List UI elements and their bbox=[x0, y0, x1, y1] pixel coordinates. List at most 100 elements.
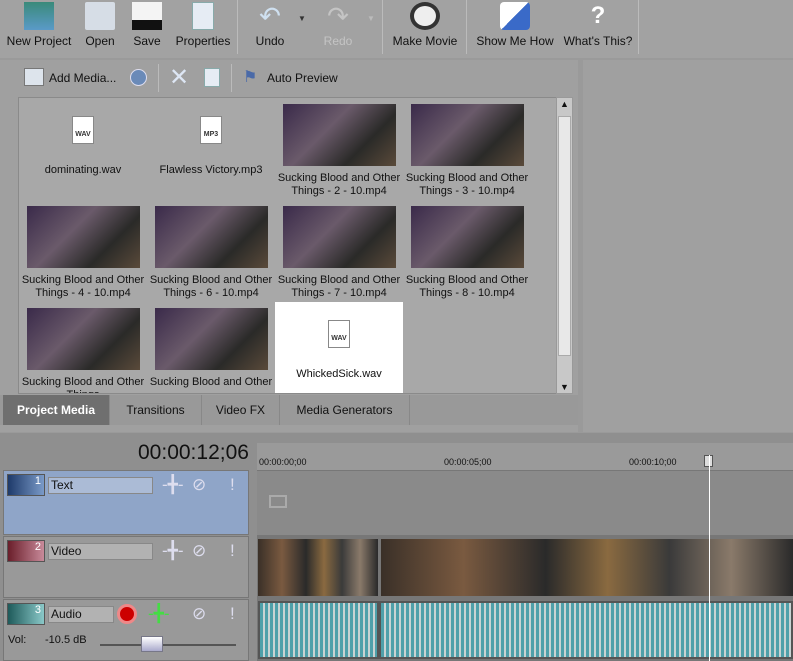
redo-button[interactable]: ↷ Redo bbox=[320, 0, 356, 56]
show-me-how-button[interactable]: Show Me How bbox=[474, 0, 556, 56]
audio-clip[interactable] bbox=[258, 601, 379, 659]
undo-arrow-icon: ↶ bbox=[259, 1, 281, 31]
video-thumbnail bbox=[410, 206, 524, 268]
audio-file-icon: WAV bbox=[328, 320, 350, 348]
save-button[interactable]: Save bbox=[130, 0, 164, 56]
media-item[interactable]: Sucking Blood and Other bbox=[147, 302, 275, 393]
tab-media-generators[interactable]: Media Generators bbox=[280, 395, 410, 425]
media-item[interactable]: Sucking Blood and Other Things - 2 - 10.… bbox=[275, 98, 403, 198]
audio-file-icon: MP3 bbox=[200, 116, 222, 144]
track-header-video[interactable]: 2 Video -╋- ⊘ ! bbox=[3, 536, 249, 598]
separator bbox=[638, 0, 639, 54]
media-tabs: Project Media Transitions Video FX Media… bbox=[0, 395, 578, 425]
globe-icon[interactable] bbox=[130, 69, 147, 86]
track-number: 2 bbox=[7, 540, 45, 562]
video-track-lane[interactable] bbox=[257, 536, 793, 599]
mute-icon[interactable]: ⊘ bbox=[192, 475, 206, 495]
delete-x-icon[interactable]: ✕ bbox=[169, 63, 189, 92]
open-button[interactable]: Open bbox=[83, 0, 117, 56]
audio-file-icon: WAV bbox=[72, 116, 94, 144]
film-placeholder-icon bbox=[269, 495, 287, 508]
video-thumbnail bbox=[26, 206, 140, 268]
media-item[interactable]: Sucking Blood and Other Things - 4 - 10.… bbox=[19, 200, 147, 300]
folder-icon bbox=[85, 2, 115, 30]
scroll-thumb[interactable] bbox=[558, 116, 571, 356]
solo-icon[interactable]: ! bbox=[230, 541, 235, 561]
volume-value: -10.5 dB bbox=[45, 634, 87, 646]
make-movie-button[interactable]: Make Movie bbox=[390, 0, 460, 56]
volume-slider-thumb[interactable] bbox=[140, 636, 163, 652]
add-media-icon bbox=[24, 68, 44, 86]
mute-icon[interactable]: ⊘ bbox=[192, 541, 206, 561]
media-item[interactable]: Sucking Blood and Other Things - 7 - 10.… bbox=[275, 200, 403, 300]
composite-mode-icon[interactable]: -╋- bbox=[148, 604, 170, 624]
video-clip[interactable] bbox=[258, 539, 378, 596]
separator bbox=[466, 0, 467, 54]
new-project-icon bbox=[24, 2, 54, 30]
solo-icon[interactable]: ! bbox=[230, 604, 235, 624]
new-project-button[interactable]: New Project bbox=[5, 0, 73, 56]
composite-mode-icon[interactable]: -╋- bbox=[162, 475, 184, 495]
audio-clip[interactable] bbox=[379, 601, 793, 659]
scroll-up-icon[interactable]: ▲ bbox=[560, 99, 569, 109]
media-item-label: Sucking Blood and Other Things - 7 - 10.… bbox=[277, 274, 401, 299]
add-media-button[interactable]: Add Media... bbox=[49, 71, 116, 85]
playhead-line bbox=[709, 455, 710, 661]
video-thumbnail bbox=[282, 104, 396, 166]
properties-icon bbox=[192, 2, 214, 30]
media-item-label: Sucking Blood and Other Things bbox=[21, 376, 145, 393]
tab-project-media[interactable]: Project Media bbox=[3, 395, 110, 425]
media-item[interactable]: Sucking Blood and Other Things bbox=[19, 302, 147, 393]
separator bbox=[158, 64, 159, 92]
media-item-label: Sucking Blood and Other bbox=[149, 376, 273, 388]
media-toolbar: Add Media... ✕ ⚑ Auto Preview bbox=[0, 60, 578, 96]
auto-preview-toggle[interactable]: Auto Preview bbox=[267, 71, 338, 85]
track-number: 3 bbox=[7, 603, 45, 625]
timeline: 00:00:12;06 00:00:00;00 00:00:05;00 00:0… bbox=[0, 433, 793, 661]
media-item[interactable]: Sucking Blood and Other Things - 8 - 10.… bbox=[403, 200, 531, 300]
whats-this-button[interactable]: ? What's This? bbox=[562, 0, 634, 56]
video-thumbnail bbox=[26, 308, 140, 370]
solo-icon[interactable]: ! bbox=[230, 475, 235, 495]
media-item-label: Sucking Blood and Other Things - 3 - 10.… bbox=[405, 172, 529, 197]
undo-button[interactable]: ↶ Undo bbox=[252, 0, 288, 56]
volume-slider-track[interactable] bbox=[100, 644, 236, 646]
media-scrollbar[interactable]: ▲ ▼ bbox=[556, 97, 573, 394]
track-header-text[interactable]: 1 Text -╋- ⊘ ! bbox=[3, 470, 249, 535]
composite-mode-icon[interactable]: -╋- bbox=[162, 541, 184, 561]
media-item-label: WhickedSick.wav bbox=[296, 368, 382, 380]
ruler-label: 00:00:10;00 bbox=[629, 457, 677, 467]
tab-video-fx[interactable]: Video FX bbox=[202, 395, 280, 425]
redo-arrow-icon: ↷ bbox=[327, 1, 349, 31]
volume-label: Vol: bbox=[8, 634, 27, 646]
media-item[interactable]: Sucking Blood and Other Things - 6 - 10.… bbox=[147, 200, 275, 300]
audio-track-lane[interactable] bbox=[257, 599, 793, 661]
preview-panel bbox=[583, 60, 793, 432]
time-ruler[interactable]: 00:00:00;00 00:00:05;00 00:00:10;00 bbox=[257, 443, 793, 471]
mute-icon[interactable]: ⊘ bbox=[192, 604, 206, 624]
track-name-field[interactable]: Audio bbox=[48, 606, 114, 623]
scroll-down-icon[interactable]: ▼ bbox=[560, 382, 569, 392]
record-arm-icon[interactable] bbox=[117, 604, 137, 624]
media-grid: WAV dominating.wav MP3 Flawless Victory.mp3… bbox=[18, 97, 573, 394]
track-name-field[interactable]: Video bbox=[48, 543, 153, 560]
media-item[interactable]: Sucking Blood and Other Things - 3 - 10.… bbox=[403, 98, 531, 198]
video-clip[interactable] bbox=[381, 539, 793, 596]
media-item-label: Sucking Blood and Other Things - 6 - 10.… bbox=[149, 274, 273, 299]
redo-dropdown-icon[interactable]: ▼ bbox=[367, 14, 375, 23]
separator bbox=[382, 0, 383, 54]
media-item[interactable]: MP3 Flawless Victory.mp3 bbox=[147, 98, 275, 198]
track-header-audio[interactable]: 3 Audio -╋- ⊘ ! Vol: -10.5 dB bbox=[3, 599, 249, 661]
properties-button[interactable]: Properties bbox=[174, 0, 232, 56]
tab-transitions[interactable]: Transitions bbox=[110, 395, 202, 425]
auto-preview-icon[interactable]: ⚑ bbox=[243, 67, 257, 87]
media-properties-icon[interactable] bbox=[204, 68, 220, 87]
pointing-hand-icon bbox=[500, 2, 530, 30]
main-toolbar: New Project Open Save Properties ↶ Undo ▼… bbox=[0, 0, 793, 58]
undo-dropdown-icon[interactable]: ▼ bbox=[298, 14, 306, 23]
text-track-lane[interactable] bbox=[257, 471, 793, 536]
track-name-field[interactable]: Text bbox=[48, 477, 153, 494]
media-item[interactable]: WAV WhickedSick.wav bbox=[275, 302, 403, 393]
separator bbox=[237, 0, 238, 54]
media-item[interactable]: WAV dominating.wav bbox=[19, 98, 147, 198]
